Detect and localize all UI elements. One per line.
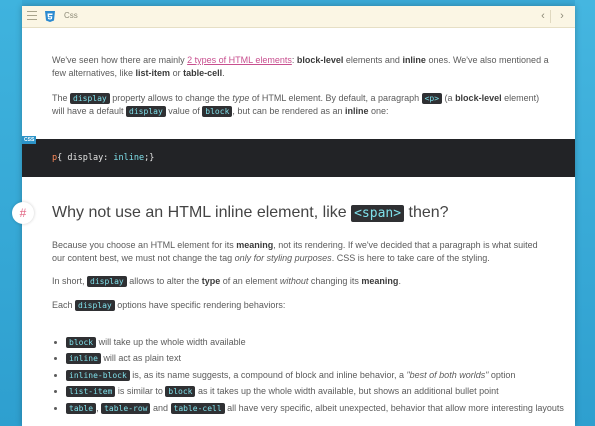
hash-anchor-icon[interactable]: # bbox=[12, 202, 34, 224]
css-code-block: CSS p{ display: inline;} bbox=[22, 136, 575, 177]
display-paragraph: The display property allows to change th… bbox=[52, 93, 540, 118]
list-item: inline-block is, as its name suggests, a… bbox=[66, 369, 566, 382]
chevron-right-icon[interactable]: › bbox=[556, 10, 568, 22]
code-line: p{ display: inline;} bbox=[52, 153, 155, 163]
code-display: display bbox=[87, 276, 127, 287]
in-short-paragraph: In short, display allows to alter the ty… bbox=[52, 276, 401, 287]
list-item: inline will act as plain text bbox=[66, 352, 566, 365]
meaning-paragraph: Because you choose an HTML element for i… bbox=[52, 240, 538, 264]
list-item: block will take up the whole width avail… bbox=[66, 336, 566, 349]
code-display: display bbox=[75, 300, 115, 311]
code-display: display bbox=[126, 106, 166, 118]
menu-icon[interactable] bbox=[27, 11, 37, 20]
display-values-list: block will take up the whole width avail… bbox=[52, 336, 566, 418]
reader-window: Css ‹ › We've seen how there are mainly … bbox=[12, 6, 575, 426]
article-content: We've seen how there are mainly 2 types … bbox=[12, 28, 575, 426]
list-item: table, table-row and table-cell all have… bbox=[66, 402, 566, 415]
code-language-badge: CSS bbox=[22, 136, 37, 144]
top-bar: Css ‹ › bbox=[22, 6, 575, 28]
nav-divider bbox=[550, 10, 551, 23]
topbar-title: Css bbox=[64, 11, 78, 20]
intro-paragraph: We've seen how there are mainly 2 types … bbox=[52, 55, 549, 79]
options-paragraph: Each display options have specific rende… bbox=[52, 300, 286, 311]
code-block: block bbox=[202, 106, 233, 118]
list-item: list-item is similar to block as it take… bbox=[66, 385, 566, 398]
section-heading: Why not use an HTML inline element, like… bbox=[52, 204, 449, 222]
code-display: display bbox=[70, 93, 110, 104]
chevron-left-icon[interactable]: ‹ bbox=[537, 10, 549, 22]
background-right bbox=[575, 0, 595, 426]
html-elements-link[interactable]: 2 types of HTML elements bbox=[187, 55, 292, 65]
css3-icon bbox=[45, 11, 55, 22]
code-p-tag: <p> bbox=[421, 93, 443, 104]
code-span-tag: <span> bbox=[351, 205, 405, 222]
